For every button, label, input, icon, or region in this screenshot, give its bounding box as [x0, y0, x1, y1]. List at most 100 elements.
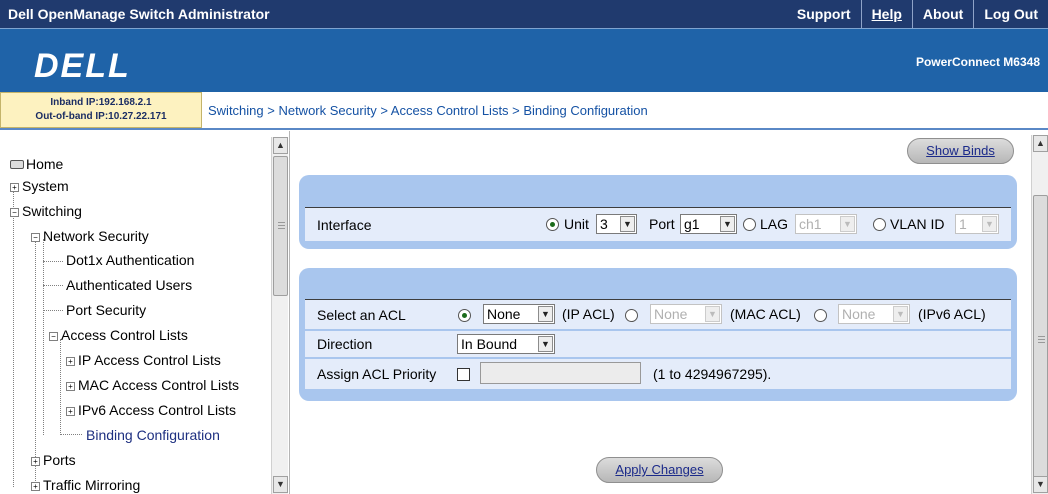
- direction-select[interactable]: In Bound ▼: [457, 334, 555, 354]
- nav-label: System: [22, 178, 69, 194]
- mac-acl-radio[interactable]: [625, 309, 638, 322]
- ipv6-acl-select[interactable]: None ▼: [838, 304, 910, 324]
- vlan-value: 1: [959, 216, 967, 232]
- lag-label: LAG: [760, 216, 789, 232]
- help-link[interactable]: Help: [860, 0, 912, 28]
- scroll-down-icon[interactable]: ▼: [273, 476, 288, 493]
- nav-ports[interactable]: + Ports: [31, 452, 76, 468]
- chevron-down-icon: ▼: [538, 306, 553, 322]
- mac-acl-value: None: [654, 306, 688, 322]
- lag-value: ch1: [799, 216, 822, 232]
- nav-label: MAC Access Control Lists: [78, 377, 240, 393]
- tree-line: [35, 239, 36, 487]
- expand-icon[interactable]: +: [31, 482, 40, 491]
- collapse-icon[interactable]: −: [49, 332, 58, 341]
- tree-line: [13, 189, 14, 487]
- nav-dot1x[interactable]: Dot1x Authentication: [66, 252, 194, 268]
- tree-line: [43, 261, 63, 262]
- mac-acl-select[interactable]: None ▼: [650, 304, 722, 324]
- nav-label: IP Access Control Lists: [78, 352, 221, 368]
- scroll-up-icon[interactable]: ▲: [1033, 135, 1048, 152]
- show-binds-button[interactable]: Show Binds: [907, 138, 1014, 164]
- chevron-down-icon: ▼: [840, 216, 855, 232]
- nav-authenticated-users[interactable]: Authenticated Users: [66, 277, 192, 293]
- interface-label: Interface: [317, 217, 372, 233]
- lag-radio[interactable]: [743, 218, 756, 231]
- nav-home[interactable]: Home: [10, 156, 63, 172]
- ip-info-box: Inband IP:192.168.2.1 Out-of-band IP:10.…: [0, 92, 202, 128]
- chevron-down-icon: ▼: [705, 306, 720, 322]
- nav-scrollbar[interactable]: ▲ ▼: [271, 137, 288, 494]
- inband-ip: Inband IP:192.168.2.1: [50, 97, 152, 108]
- about-link[interactable]: About: [911, 0, 973, 28]
- expand-icon[interactable]: +: [31, 457, 40, 466]
- nav-acl[interactable]: − Access Control Lists: [49, 327, 188, 343]
- nav-label: Traffic Mirroring: [43, 477, 141, 493]
- nav-traffic-mirroring[interactable]: + Traffic Mirroring: [31, 477, 140, 493]
- nav-binding-configuration[interactable]: Binding Configuration: [86, 427, 220, 443]
- nav-tree: Home + System − Switching − Network Securit…: [0, 131, 290, 494]
- vlan-label: VLAN ID: [890, 216, 945, 232]
- top-bar: Dell OpenManage Switch Administrator Sup…: [0, 0, 1048, 28]
- select-acl-label: Select an ACL: [317, 307, 406, 323]
- nav-label: Switching: [22, 203, 82, 219]
- nav-switching[interactable]: − Switching: [10, 203, 82, 219]
- nav-label: Home: [26, 156, 64, 172]
- support-link[interactable]: Support: [787, 0, 861, 28]
- priority-label: Assign ACL Priority: [317, 366, 437, 382]
- breadcrumb[interactable]: Switching > Network Security > Access Co…: [208, 103, 648, 118]
- unit-radio[interactable]: [546, 218, 559, 231]
- nav-network-security[interactable]: − Network Security: [31, 228, 149, 244]
- nav-ipv6-acl[interactable]: + IPv6 Access Control Lists: [66, 402, 236, 418]
- vlan-radio[interactable]: [873, 218, 886, 231]
- unit-label: Unit: [564, 216, 589, 232]
- chevron-down-icon: ▼: [893, 306, 908, 322]
- unit-value: 3: [600, 216, 608, 232]
- expand-icon[interactable]: +: [66, 382, 75, 391]
- priority-range: (1 to 4294967295).: [653, 366, 772, 382]
- apply-changes-button[interactable]: Apply Changes: [596, 457, 723, 483]
- expand-icon[interactable]: +: [66, 357, 75, 366]
- outofband-ip: Out-of-band IP:10.27.22.171: [35, 111, 167, 122]
- direction-label: Direction: [317, 336, 373, 352]
- vlan-select[interactable]: 1 ▼: [955, 214, 999, 234]
- scroll-thumb[interactable]: [1033, 195, 1048, 490]
- lag-select[interactable]: ch1 ▼: [795, 214, 857, 234]
- scroll-down-icon[interactable]: ▼: [1033, 476, 1048, 493]
- ip-acl-radio[interactable]: [458, 309, 471, 322]
- collapse-icon[interactable]: −: [31, 233, 40, 242]
- port-select[interactable]: g1 ▼: [680, 214, 737, 234]
- home-icon: [10, 160, 24, 169]
- expand-icon[interactable]: +: [66, 407, 75, 416]
- mac-acl-label: (MAC ACL): [730, 306, 801, 322]
- chevron-down-icon: ▼: [620, 216, 635, 232]
- scroll-thumb[interactable]: [273, 156, 288, 296]
- scroll-up-icon[interactable]: ▲: [273, 137, 288, 154]
- priority-checkbox[interactable]: [457, 368, 470, 381]
- top-links: Support Help About Log Out: [787, 0, 1048, 28]
- nav-label: IPv6 Access Control Lists: [78, 402, 236, 418]
- nav-system[interactable]: + System: [10, 178, 69, 194]
- nav-ip-acl[interactable]: + IP Access Control Lists: [66, 352, 221, 368]
- ipv6-acl-value: None: [842, 306, 876, 322]
- product-name: PowerConnect M6348: [915, 55, 1040, 69]
- ip-acl-value: None: [487, 306, 521, 322]
- collapse-icon[interactable]: −: [10, 208, 19, 217]
- divider: [0, 128, 1048, 130]
- main-scrollbar[interactable]: ▲ ▼: [1031, 135, 1048, 494]
- priority-input[interactable]: [480, 362, 641, 384]
- ip-acl-select[interactable]: None ▼: [483, 304, 555, 324]
- nav-port-security[interactable]: Port Security: [66, 302, 146, 318]
- expand-icon[interactable]: +: [10, 183, 19, 192]
- unit-select[interactable]: 3 ▼: [596, 214, 637, 234]
- ipv6-acl-radio[interactable]: [814, 309, 827, 322]
- tree-line: [60, 434, 82, 435]
- tree-line: [60, 339, 61, 435]
- nav-mac-acl[interactable]: + MAC Access Control Lists: [66, 377, 239, 393]
- app-title: Dell OpenManage Switch Administrator: [8, 6, 270, 22]
- ip-acl-label: (IP ACL): [562, 306, 615, 322]
- tree-line: [43, 285, 63, 286]
- main-content: Show Binds Interface Unit 3 ▼ Port g1 ▼ LA…: [291, 131, 1031, 494]
- logout-link[interactable]: Log Out: [973, 0, 1048, 28]
- tree-line: [43, 239, 44, 435]
